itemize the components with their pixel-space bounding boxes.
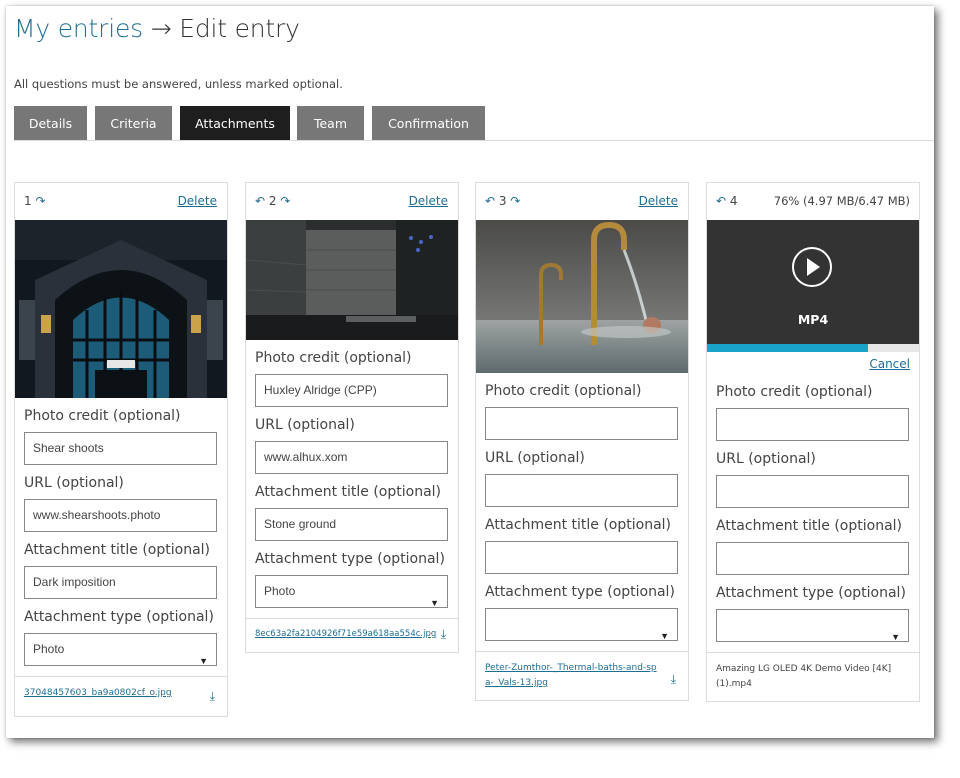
attachment-file: 37048457603_ba9a0802cf_o.jpg ⤓ [15, 676, 227, 716]
attachment-file-name: Amazing LG OLED 4K Demo Video [4K] (1).m… [716, 664, 892, 689]
breadcrumb-arrow: → [150, 14, 172, 43]
attachment-type-select[interactable]: ▼ [485, 608, 678, 641]
attachment-title-label: Attachment title (optional) [485, 517, 672, 533]
attachment-title-input[interactable] [485, 541, 678, 574]
url-input[interactable] [716, 475, 909, 508]
tab-attachments[interactable]: Attachments [180, 106, 290, 141]
attachment-file: Amazing LG OLED 4K Demo Video [4K] (1).m… [707, 652, 919, 701]
delete-button[interactable]: Delete [409, 194, 448, 208]
photo-credit-label: Photo credit (optional) [716, 384, 873, 400]
play-triangle [807, 258, 820, 276]
attachment-index: 1 [24, 194, 32, 208]
arrow-left-curved-icon[interactable]: ↶ [485, 194, 495, 208]
attachment-type-value: Photo [264, 584, 296, 598]
photo-credit-label: Photo credit (optional) [24, 408, 181, 424]
attachment-title-label: Attachment title (optional) [255, 484, 442, 500]
delete-button[interactable]: Delete [178, 194, 217, 208]
breadcrumb-my-entries-link[interactable]: My entries [14, 14, 143, 43]
attachment-file-link[interactable]: 8ec63a2fa2104926f71e59a618aa554c.jpg [255, 627, 447, 642]
arrow-right-curved-icon[interactable]: ↷ [35, 194, 45, 208]
upload-progress-bar [707, 344, 919, 352]
attachment-title-input[interactable]: Stone ground [255, 508, 448, 541]
attachment-type-select[interactable]: Photo ▼ [255, 575, 448, 608]
attachment-type-label: Attachment type (optional) [485, 584, 675, 600]
caret-down-icon: ▼ [891, 632, 900, 642]
attachment-index: 3 [498, 194, 507, 208]
attachment-title-input[interactable]: Dark imposition [24, 566, 217, 599]
caret-down-icon: ▼ [660, 631, 669, 641]
required-notice: All questions must be answered, unless m… [14, 77, 343, 91]
attachment-title-input[interactable] [716, 542, 909, 575]
video-preview: MP4 [707, 220, 919, 344]
page-header: My entries → Edit entry [14, 14, 300, 43]
download-icon[interactable]: ⤓ [671, 672, 676, 687]
cancel-upload-button[interactable]: Cancel [707, 352, 919, 374]
arrow-left-curved-icon[interactable]: ↶ [255, 194, 265, 208]
arrow-left-curved-icon[interactable]: ↶ [716, 194, 726, 208]
attachment-type-select[interactable]: ▼ [716, 609, 909, 642]
upload-progress-text: 76% (4.97 MB/6.47 MB) [773, 194, 910, 208]
dark-building-photo [15, 220, 227, 398]
attachment-title-label: Attachment title (optional) [716, 518, 903, 534]
thermal-bath-photo [476, 220, 688, 373]
photo-credit-label: Photo credit (optional) [485, 383, 642, 399]
attachment-file: Peter-Zumthor-_Thermal-baths-and-spa-_Va… [476, 651, 688, 700]
url-input[interactable]: www.shearshoots.photo [24, 499, 217, 532]
tab-criteria[interactable]: Criteria [95, 106, 172, 141]
url-label: URL (optional) [255, 417, 355, 433]
upload-progress-fill [707, 344, 869, 352]
attachment-card-1: 1 ↷ Delete Photo credit (optional) Shear… [14, 182, 228, 717]
url-input[interactable] [485, 474, 678, 507]
attachment-card-2: ↶ 2 ↷ Delete Photo credit (optional) Hux… [245, 182, 459, 653]
attachment-type-label: Attachment type (optional) [24, 609, 214, 625]
attachment-type-value: Photo [33, 642, 65, 656]
attachment-thumbnail [246, 220, 458, 340]
caret-down-icon: ▼ [430, 598, 439, 608]
attachment-thumbnail [476, 220, 688, 373]
attachment-type-label: Attachment type (optional) [255, 551, 445, 567]
attachment-title-label: Attachment title (optional) [24, 542, 211, 558]
photo-credit-label: Photo credit (optional) [255, 350, 412, 366]
tab-details[interactable]: Details [14, 106, 87, 141]
caret-down-icon: ▼ [199, 656, 208, 666]
attachment-type-label: Attachment type (optional) [716, 585, 906, 601]
photo-credit-input[interactable]: Huxley Alridge (CPP) [255, 374, 448, 407]
photo-credit-input[interactable]: Shear shoots [24, 432, 217, 465]
download-icon[interactable]: ⤓ [210, 689, 215, 704]
page-title: Edit entry [179, 14, 300, 43]
url-label: URL (optional) [485, 450, 585, 466]
photo-credit-input[interactable] [485, 407, 678, 440]
attachment-type-select[interactable]: Photo ▼ [24, 633, 217, 666]
tab-divider [14, 140, 934, 141]
attachment-index: 4 [729, 194, 738, 208]
tab-confirmation[interactable]: Confirmation [372, 106, 485, 141]
url-input[interactable]: www.alhux.xom [255, 441, 448, 474]
stone-room-photo [246, 220, 458, 340]
arrow-right-curved-icon[interactable]: ↷ [510, 194, 520, 208]
attachment-file: 8ec63a2fa2104926f71e59a618aa554c.jpg ⤓ [246, 618, 458, 652]
app-window: My entries → Edit entry All questions mu… [6, 6, 934, 738]
attachment-thumbnail [15, 220, 227, 398]
download-icon[interactable]: ⤓ [441, 627, 446, 642]
arrow-right-curved-icon[interactable]: ↷ [280, 194, 290, 208]
attachment-file-link[interactable]: Peter-Zumthor-_Thermal-baths-and-spa-_Va… [485, 661, 660, 691]
attachment-file-link[interactable]: 37048457603_ba9a0802cf_o.jpg [24, 686, 194, 701]
attachment-card-3: ↶ 3 ↷ Delete Photo credit (optional) URL… [475, 182, 689, 701]
url-label: URL (optional) [24, 475, 124, 491]
url-label: URL (optional) [716, 451, 816, 467]
file-format-label: MP4 [797, 312, 829, 327]
attachment-index: 2 [268, 194, 277, 208]
tab-team[interactable]: Team [297, 106, 364, 141]
delete-button[interactable]: Delete [639, 194, 678, 208]
attachment-card-4-uploading: ↶ 4 76% (4.97 MB/6.47 MB) MP4 Cancel Pho… [706, 182, 920, 702]
photo-credit-input[interactable] [716, 408, 909, 441]
